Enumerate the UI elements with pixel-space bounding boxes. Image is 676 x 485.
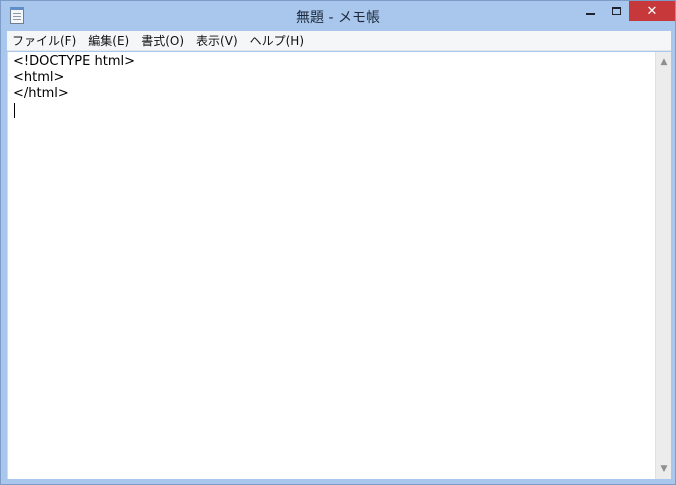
scroll-up-icon[interactable]: ▲	[656, 54, 672, 70]
menu-edit[interactable]: 編集(E)	[83, 31, 136, 51]
minimize-icon	[585, 13, 595, 15]
close-icon: ✕	[646, 3, 658, 19]
text-line[interactable]: </html>	[13, 86, 69, 102]
menu-format[interactable]: 書式(O)	[136, 31, 191, 51]
menu-file[interactable]: ファイル(F)	[7, 31, 83, 51]
menu-help[interactable]: ヘルプ(H)	[245, 31, 311, 51]
title-bar[interactable]: 無題 - メモ帳 ✕	[1, 1, 675, 31]
minimize-button[interactable]	[577, 1, 603, 21]
close-button[interactable]: ✕	[629, 1, 675, 21]
menu-bar: ファイル(F) 編集(E) 書式(O) 表示(V) ヘルプ(H)	[7, 31, 671, 51]
menu-view[interactable]: 表示(V)	[191, 31, 245, 51]
text-editor[interactable]: <!DOCTYPE html> <html> </html>	[7, 52, 655, 479]
window-title: 無題 - メモ帳	[296, 10, 380, 26]
scroll-down-icon[interactable]: ▼	[656, 461, 672, 477]
text-caret	[14, 103, 15, 118]
vertical-scrollbar[interactable]: ▲ ▼	[655, 52, 671, 479]
text-line[interactable]: <html>	[13, 70, 64, 86]
notepad-window: 無題 - メモ帳 ✕ ファイル(F) 編集(E) 書式(O) 表示(V) ヘルプ…	[0, 0, 676, 485]
maximize-button[interactable]	[603, 1, 629, 21]
maximize-icon	[611, 7, 621, 15]
text-line[interactable]: <!DOCTYPE html>	[13, 54, 135, 70]
